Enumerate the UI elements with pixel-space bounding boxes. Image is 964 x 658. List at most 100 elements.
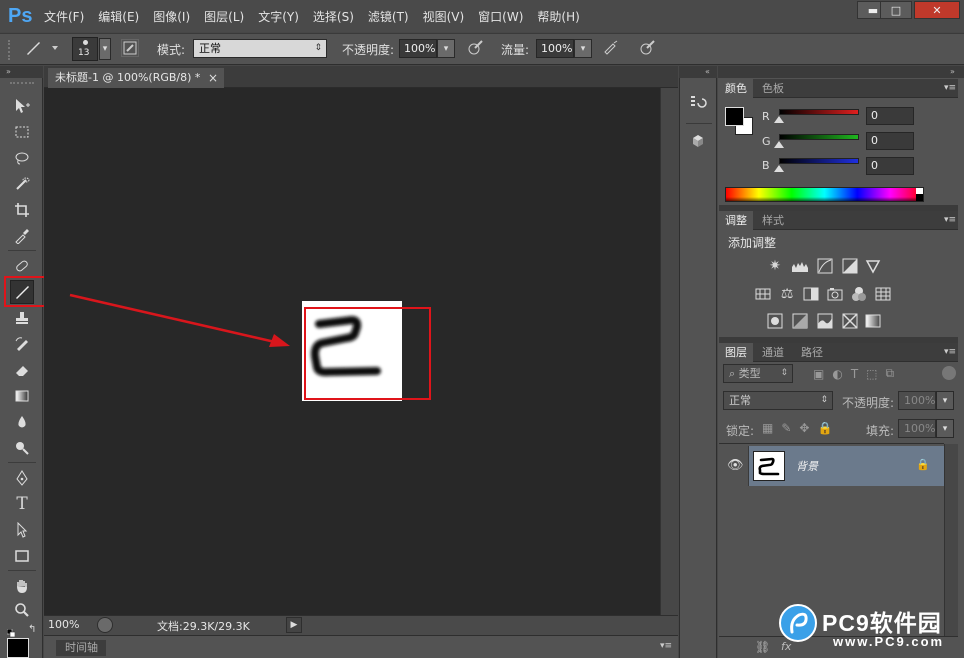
brush-panel-toggle-icon[interactable] xyxy=(121,39,139,57)
selective-color-icon[interactable] xyxy=(840,311,860,331)
layer-name[interactable]: 背景 xyxy=(796,458,818,474)
color-balance-icon[interactable]: ⚖ xyxy=(777,284,797,304)
filter-toggle-icon[interactable] xyxy=(942,366,956,380)
green-channel-slider[interactable] xyxy=(779,134,859,140)
layer-opacity-dropdown[interactable]: ▾ xyxy=(936,391,954,410)
filter-smart-object-icon[interactable]: ⧉ xyxy=(886,366,895,381)
photo-filter-icon[interactable] xyxy=(825,284,845,304)
move-tool-icon[interactable] xyxy=(10,94,34,118)
levels-icon[interactable] xyxy=(790,256,810,276)
opacity-dropdown[interactable]: ▾ xyxy=(437,39,455,58)
black-white-icon[interactable] xyxy=(801,284,821,304)
tab-paths[interactable]: 路径 xyxy=(795,343,829,362)
eyedropper-tool-icon[interactable] xyxy=(10,224,34,248)
curves-icon[interactable] xyxy=(815,256,835,276)
crop-tool-icon[interactable] xyxy=(10,198,34,222)
color-lookup-icon[interactable] xyxy=(873,284,893,304)
timeline-tab[interactable]: 时间轴 xyxy=(56,640,106,656)
layers-panel-menu-icon[interactable]: ▾≡ xyxy=(944,347,956,357)
tab-styles[interactable]: 样式 xyxy=(756,211,790,230)
menu-view[interactable]: 视图(V) xyxy=(423,8,465,25)
adjustments-panel-menu-icon[interactable]: ▾≡ xyxy=(944,215,956,225)
opacity-input[interactable]: 100% xyxy=(399,39,437,58)
history-brush-tool-icon[interactable] xyxy=(10,332,34,356)
posterize-icon[interactable] xyxy=(790,311,810,331)
hand-tool-icon[interactable] xyxy=(10,574,34,598)
exposure-icon[interactable] xyxy=(840,256,860,276)
options-grip[interactable] xyxy=(8,40,12,60)
quick-selection-tool-icon[interactable] xyxy=(10,172,34,196)
lock-position-icon[interactable]: ✥ xyxy=(799,421,809,435)
filter-shape-icon[interactable]: ⬚ xyxy=(866,367,877,381)
menu-filter[interactable]: 滤镜(T) xyxy=(368,8,409,25)
hue-saturation-icon[interactable] xyxy=(753,284,773,304)
green-channel-input[interactable]: 0 xyxy=(866,132,914,150)
blue-channel-slider[interactable] xyxy=(779,158,859,164)
brush-preset-dropdown[interactable]: ▾ xyxy=(99,38,111,60)
timeline-menu-icon[interactable]: ▾≡ xyxy=(660,641,672,651)
clone-stamp-tool-icon[interactable] xyxy=(10,306,34,330)
tab-adjustments[interactable]: 调整 xyxy=(719,211,753,230)
gradient-tool-icon[interactable] xyxy=(10,384,34,408)
green-slider-thumb-icon[interactable] xyxy=(774,141,784,148)
fill-input[interactable]: 100% xyxy=(898,419,936,438)
fill-dropdown[interactable]: ▾ xyxy=(936,419,954,438)
brush-tool-preset-icon[interactable] xyxy=(24,39,42,57)
blue-channel-input[interactable]: 0 xyxy=(866,157,914,175)
toolbar-grip[interactable] xyxy=(10,82,34,85)
menu-type[interactable]: 文字(Y) xyxy=(258,8,299,25)
menu-layer[interactable]: 图层(L) xyxy=(204,8,244,25)
menu-image[interactable]: 图像(I) xyxy=(153,8,190,25)
lock-transparent-icon[interactable]: ▦ xyxy=(762,421,773,435)
document-info[interactable]: 文档:29.3K/29.3K xyxy=(157,618,250,634)
rectangle-tool-icon[interactable] xyxy=(10,544,34,568)
menu-file[interactable]: 文件(F) xyxy=(44,8,84,25)
path-selection-tool-icon[interactable] xyxy=(10,518,34,542)
blue-slider-thumb-icon[interactable] xyxy=(774,165,784,172)
filter-adjustment-icon[interactable]: ◐ xyxy=(832,367,842,381)
swap-colors-icon[interactable]: ↰ xyxy=(28,624,36,635)
tab-layers[interactable]: 图层 xyxy=(719,343,753,362)
pen-tool-icon[interactable] xyxy=(10,466,34,490)
history-panel-icon[interactable] xyxy=(689,93,707,111)
blend-mode-select[interactable]: 正常 ⇕ xyxy=(193,39,327,58)
layer-filter-select[interactable]: ⌕ 类型 ⇕ xyxy=(723,364,793,383)
layer-row-background[interactable]: 👁 背景 🔒 xyxy=(719,446,944,486)
tab-channels[interactable]: 通道 xyxy=(756,343,790,362)
threshold-icon[interactable] xyxy=(815,311,835,331)
vibrance-icon[interactable] xyxy=(863,256,883,276)
menu-window[interactable]: 窗口(W) xyxy=(478,8,523,25)
color-spectrum-ramp[interactable] xyxy=(725,187,924,202)
brush-tool-icon[interactable] xyxy=(10,280,34,304)
foreground-color-swatch[interactable] xyxy=(7,638,29,658)
red-channel-input[interactable]: 0 xyxy=(866,107,914,125)
status-menu-arrow-icon[interactable]: ▶ xyxy=(286,617,302,633)
invert-icon[interactable] xyxy=(765,311,785,331)
close-button[interactable]: ✕ xyxy=(914,1,960,19)
toolbar-collapse-icon[interactable]: » xyxy=(0,66,43,78)
eraser-tool-icon[interactable] xyxy=(10,358,34,382)
maximize-button[interactable]: □ xyxy=(880,1,912,19)
airbrush-icon[interactable] xyxy=(602,39,620,57)
foreground-color-swatch-panel[interactable] xyxy=(725,107,744,126)
pressure-opacity-icon[interactable] xyxy=(466,39,484,57)
layer-style-icon[interactable]: fx xyxy=(781,640,791,653)
zoom-level[interactable]: 100% xyxy=(48,618,79,631)
lock-all-icon[interactable]: 🔒 xyxy=(817,421,832,435)
blur-tool-icon[interactable] xyxy=(10,410,34,434)
lasso-tool-icon[interactable] xyxy=(10,146,34,170)
flow-input[interactable]: 100% xyxy=(536,39,574,58)
pressure-size-icon[interactable] xyxy=(638,39,656,57)
tool-preset-dropdown-icon[interactable] xyxy=(52,46,58,50)
menu-help[interactable]: 帮助(H) xyxy=(537,8,579,25)
tab-swatches[interactable]: 色板 xyxy=(756,79,790,98)
marquee-tool-icon[interactable] xyxy=(10,120,34,144)
document-tab-close-icon[interactable]: × xyxy=(208,71,218,85)
zoom-tool-icon[interactable] xyxy=(10,598,34,622)
dock-collapse-icon[interactable]: » xyxy=(718,66,964,78)
healing-brush-tool-icon[interactable] xyxy=(10,254,34,278)
lock-pixels-icon[interactable]: ✎ xyxy=(781,421,791,435)
default-colors-icon[interactable] xyxy=(6,626,16,638)
filter-pixel-icon[interactable]: ▣ xyxy=(813,367,824,381)
layers-scrollbar[interactable] xyxy=(944,444,958,636)
